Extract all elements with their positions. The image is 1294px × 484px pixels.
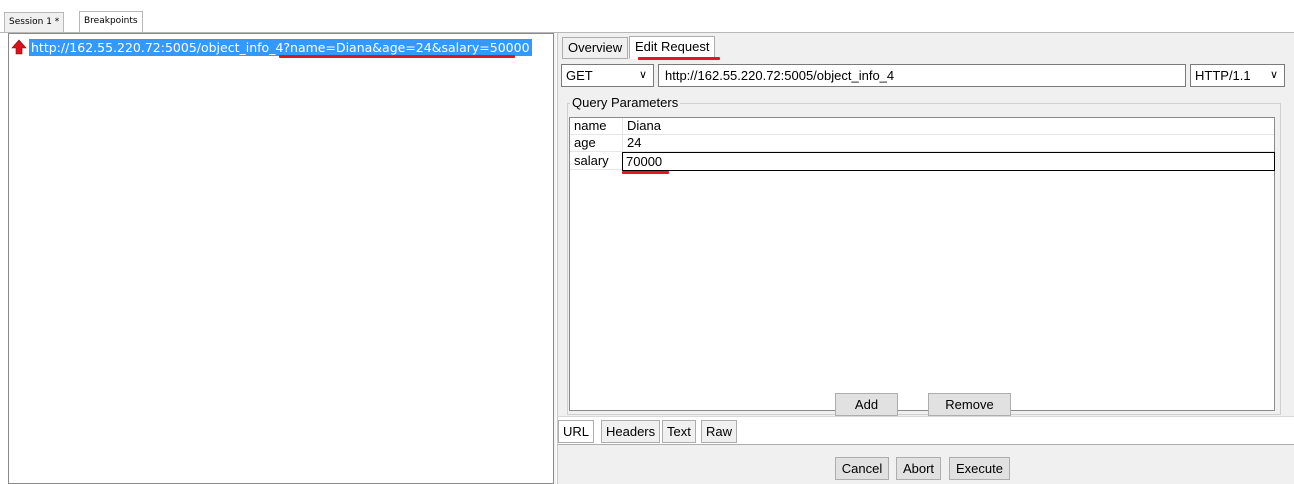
view-tab-bar: URL Headers Text Raw xyxy=(558,416,1294,445)
breakpoint-item[interactable]: http://162.55.220.72:5005/object_info_4?… xyxy=(11,38,532,56)
http-version-select[interactable]: HTTP/1.1 ∨ xyxy=(1190,64,1285,87)
splitter[interactable] xyxy=(553,33,556,484)
remove-button[interactable]: Remove xyxy=(928,393,1011,416)
annotation-underline xyxy=(638,57,720,60)
url-field[interactable]: http://162.55.220.72:5005/object_info_4 xyxy=(658,64,1186,87)
chevron-down-icon: ∨ xyxy=(638,69,647,81)
tab-url[interactable]: URL xyxy=(558,420,595,443)
tab-raw[interactable]: Raw xyxy=(701,420,738,443)
breakpoints-list[interactable]: http://162.55.220.72:5005/object_info_4?… xyxy=(8,33,554,484)
tab-breakpoints[interactable]: Breakpoints xyxy=(79,11,143,32)
abort-button[interactable]: Abort xyxy=(896,457,941,480)
param-name: age xyxy=(574,135,596,150)
param-value-editor[interactable]: 70000 xyxy=(622,152,1275,171)
param-value[interactable]: Diana xyxy=(627,118,661,134)
query-parameters-title: Query Parameters xyxy=(570,95,681,111)
annotation-underline xyxy=(622,171,669,174)
http-version-value: HTTP/1.1 xyxy=(1195,68,1251,83)
annotation-underline xyxy=(279,55,515,58)
cancel-button[interactable]: Cancel xyxy=(835,457,889,480)
column-divider xyxy=(622,135,623,152)
execute-button[interactable]: Execute xyxy=(949,457,1010,480)
tab-text[interactable]: Text xyxy=(662,420,696,443)
tab-edit-request[interactable]: Edit Request xyxy=(629,36,716,59)
table-row[interactable]: name Diana xyxy=(570,118,1274,135)
breakpoint-url: http://162.55.220.72:5005/object_info_4?… xyxy=(29,38,532,56)
tab-headers[interactable]: Headers xyxy=(601,420,661,443)
tab-overview[interactable]: Overview xyxy=(562,37,629,59)
param-name: name xyxy=(574,118,607,133)
column-divider xyxy=(622,118,623,135)
table-row[interactable]: age 24 xyxy=(570,135,1274,152)
query-parameters-table[interactable]: name Diana age 24 salary 70000 xyxy=(569,117,1275,411)
chevron-down-icon: ∨ xyxy=(1269,69,1278,81)
add-button[interactable]: Add xyxy=(835,393,898,416)
param-value[interactable]: 24 xyxy=(627,135,641,151)
red-up-arrow-icon xyxy=(11,39,27,55)
request-editor-panel: Overview Edit Request GET ∨ http://162.5… xyxy=(557,33,1294,484)
method-select[interactable]: GET ∨ xyxy=(561,64,654,87)
param-name: salary xyxy=(574,153,609,168)
tab-session-1[interactable]: Session 1 * xyxy=(4,12,65,32)
table-row[interactable]: salary 70000 xyxy=(570,152,1275,171)
session-tab-bar: Session 1 * Breakpoints xyxy=(0,0,1294,33)
method-value: GET xyxy=(566,68,593,83)
